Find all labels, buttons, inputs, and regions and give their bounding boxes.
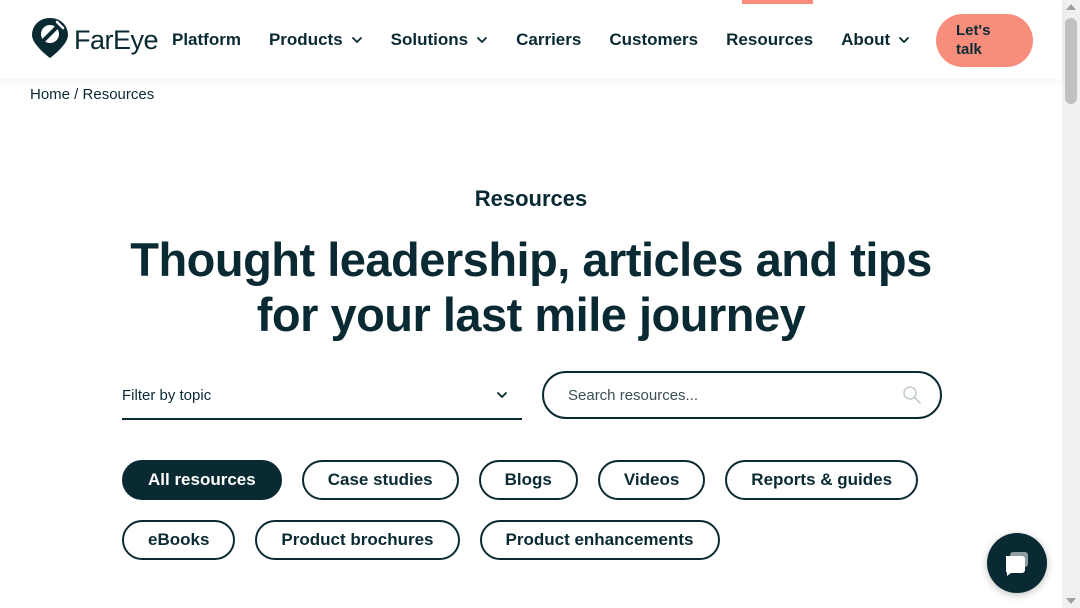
nav-item-carriers[interactable]: Carriers	[516, 30, 581, 50]
nav-item-products[interactable]: Products	[269, 30, 363, 50]
nav-label: Products	[268, 30, 343, 49]
site-header: FarEye Platform Products Solutions Carri…	[0, 0, 1062, 79]
topic-filter-label: Filter by topic	[122, 386, 212, 404]
search-input[interactable]	[568, 386, 888, 404]
resource-type-filters: All resources Case studies Blogs Videos …	[122, 460, 942, 560]
cta-line-1: Let's	[956, 22, 991, 39]
nav-label: Resources	[726, 30, 814, 49]
search-icon[interactable]	[902, 385, 922, 405]
chat-bubble-icon	[1006, 552, 1028, 576]
lets-talk-button[interactable]: Let's talk	[936, 14, 1033, 67]
fareye-logo[interactable]: FarEye	[30, 16, 159, 65]
nav-item-customers[interactable]: Customers	[609, 30, 698, 50]
breadcrumb-current: Resources	[82, 86, 155, 103]
headline-line-1: Thought leadership, articles and tips	[130, 233, 932, 286]
chevron-down-icon	[899, 37, 910, 43]
chevron-down-icon	[497, 392, 507, 398]
pill-reports-guides[interactable]: Reports & guides	[725, 460, 919, 500]
pill-product-enhancements[interactable]: Product enhancements	[479, 520, 720, 560]
nav-item-about[interactable]: About	[841, 30, 910, 50]
nav-label: Solutions	[390, 30, 469, 49]
pill-all-resources[interactable]: All resources	[122, 460, 282, 500]
pill-case-studies[interactable]: Case studies	[301, 460, 459, 500]
nav-label: About	[841, 30, 891, 49]
map-pin-logo-icon	[30, 16, 70, 65]
page-scrollbar[interactable]	[1062, 0, 1080, 608]
pill-ebooks[interactable]: eBooks	[122, 520, 236, 560]
cta-line-2: talk	[956, 41, 982, 58]
pill-videos[interactable]: Videos	[597, 460, 706, 500]
nav-item-solutions[interactable]: Solutions	[391, 30, 488, 50]
nav-item-platform[interactable]: Platform	[172, 30, 241, 50]
pill-product-brochures[interactable]: Product brochures	[255, 520, 460, 560]
breadcrumb: Home / Resources	[30, 86, 154, 103]
chevron-down-icon	[351, 37, 362, 43]
nav-item-resources[interactable]: Resources	[726, 30, 813, 50]
main-nav: Platform Products Solutions Carriers Cus…	[172, 26, 938, 54]
nav-label: Customers	[609, 30, 699, 49]
section-eyebrow: Resources	[474, 186, 588, 211]
breadcrumb-separator: /	[70, 86, 83, 103]
breadcrumb-home-link[interactable]: Home	[30, 86, 70, 103]
scroll-up-arrow-icon[interactable]	[1066, 4, 1076, 10]
pill-blogs[interactable]: Blogs	[478, 460, 578, 500]
logo-text: FarEye	[74, 24, 159, 55]
scroll-down-arrow-icon[interactable]	[1066, 598, 1076, 604]
nav-label: Platform	[172, 30, 241, 49]
page-headline: Thought leadership, articles and tips fo…	[0, 232, 1062, 342]
active-nav-indicator	[742, 0, 813, 4]
search-field[interactable]	[542, 371, 942, 419]
scroll-thumb[interactable]	[1065, 18, 1077, 104]
headline-line-2: for your last mile journey	[256, 288, 806, 341]
chevron-down-icon	[477, 37, 488, 43]
topic-filter-dropdown[interactable]: Filter by topic	[122, 372, 522, 420]
chat-widget-button[interactable]	[987, 533, 1047, 593]
nav-label: Carriers	[516, 30, 582, 49]
